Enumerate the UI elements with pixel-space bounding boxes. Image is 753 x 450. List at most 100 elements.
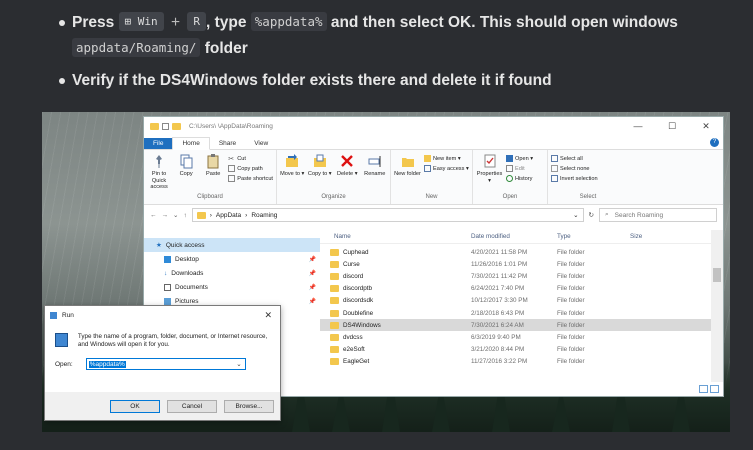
nav-item-downloads[interactable]: ↓ Downloads 📌 — [144, 266, 320, 280]
file-date: 7/30/2021 6:24 AM — [471, 321, 524, 329]
help-icon[interactable]: ? — [710, 138, 719, 147]
copy-button[interactable]: Copy — [174, 153, 198, 194]
copy-icon — [180, 154, 193, 169]
file-name-cell: discord — [320, 272, 471, 280]
file-row[interactable]: discordsdk 10/12/2017 3:30 PM File folder — [320, 295, 723, 307]
file-name: Doublefine — [343, 309, 374, 317]
rename-icon — [368, 156, 381, 167]
close-button[interactable]: ✕ — [689, 121, 723, 132]
column-type[interactable]: Type — [557, 233, 630, 240]
file-type: File folder — [557, 248, 585, 256]
file-name: Cuphead — [343, 248, 369, 256]
details-view-button[interactable] — [699, 385, 708, 393]
properties-button[interactable]: Properties ▾ — [476, 153, 503, 194]
pin-quick-access-button[interactable]: Pin to Quick access — [147, 153, 171, 194]
open-combobox[interactable]: %appdata% ⌄ — [85, 358, 246, 370]
move-to-button[interactable]: Move to ▾ — [280, 153, 305, 194]
file-date: 3/21/2020 8:44 PM — [471, 346, 525, 354]
search-icon: ⌕ — [605, 211, 609, 218]
view-toggle — [699, 385, 719, 393]
address-dropdown-icon[interactable]: ⌄ — [573, 211, 578, 219]
cut-button[interactable]: ✂ Cut — [228, 155, 273, 164]
delete-button[interactable]: Delete ▾ — [335, 153, 360, 194]
file-name: e2eSoft — [343, 346, 365, 354]
rename-button[interactable]: Rename — [363, 153, 388, 194]
file-row[interactable]: dvdcss 6/3/2019 9:40 PM File folder — [320, 331, 723, 343]
file-row[interactable]: EagleGet 11/27/2016 3:22 PM File folder — [320, 356, 723, 368]
large-icons-view-button[interactable] — [710, 385, 719, 393]
cancel-button[interactable]: Cancel — [167, 399, 217, 413]
tab-home[interactable]: Home — [172, 137, 210, 150]
new-folder-button[interactable]: New folder — [394, 153, 421, 194]
column-name[interactable]: Name — [320, 233, 471, 240]
up-arrow-icon[interactable]: ↑ — [183, 212, 186, 219]
file-row[interactable]: e2eSoft 3/21/2020 8:44 PM File folder — [320, 344, 723, 356]
file-row[interactable]: Curse 11/26/2016 1:01 PM File folder — [320, 258, 723, 270]
maximize-button[interactable]: ☐ — [655, 121, 689, 132]
scrollbar-thumb[interactable] — [713, 268, 721, 282]
copy-to-button[interactable]: Copy to ▾ — [308, 153, 333, 194]
refresh-icon[interactable]: ↻ — [589, 211, 594, 219]
press-text: Press — [72, 14, 115, 31]
file-name: dvdcss — [343, 333, 363, 341]
file-row[interactable]: Cuphead 4/20/2021 11:58 PM File folder — [320, 246, 723, 258]
select-all-icon — [551, 155, 558, 162]
file-row[interactable]: DS4Windows 7/30/2021 6:24 AM File folder — [320, 319, 723, 332]
address-bar[interactable]: › AppData › Roaming ⌄ — [191, 208, 584, 222]
column-date-modified[interactable]: Date modified — [471, 233, 557, 240]
tab-view[interactable]: View — [245, 138, 277, 149]
run-app-icon — [50, 311, 57, 319]
properties-icon[interactable] — [162, 122, 169, 130]
nav-item-desktop[interactable]: Desktop 📌 — [144, 252, 320, 266]
breadcrumb-roaming[interactable]: Roaming — [251, 212, 277, 219]
file-name: Curse — [343, 260, 360, 268]
paste-button[interactable]: Paste — [201, 153, 225, 194]
tab-file[interactable]: File — [144, 138, 173, 149]
vertical-scrollbar[interactable] — [711, 230, 723, 382]
search-input[interactable]: ⌕ Search Roaming — [599, 208, 717, 222]
history-button[interactable]: History — [506, 175, 533, 182]
file-type: File folder — [557, 272, 585, 280]
paste-shortcut-icon — [228, 175, 236, 182]
new-item-button[interactable]: New item ▾ — [424, 155, 469, 162]
select-none-button[interactable]: Select none — [551, 165, 598, 172]
folder-icon — [330, 248, 339, 256]
copy-path-button[interactable]: Copy path — [228, 165, 273, 172]
open-button[interactable]: Open ▾ — [506, 155, 533, 162]
file-date: 6/3/2019 9:40 PM — [471, 333, 521, 341]
edit-button[interactable]: Edit — [506, 165, 533, 172]
chevron-down-icon[interactable]: ⌄ — [236, 360, 241, 368]
tab-share[interactable]: Share — [210, 138, 245, 149]
nav-item-quick-access[interactable]: ★ Quick access — [144, 238, 320, 252]
run-dialog: Run ✕ Type the name of a program, folder… — [44, 305, 281, 421]
back-arrow-icon[interactable]: ← — [150, 212, 157, 219]
history-icon — [506, 175, 513, 182]
file-row[interactable]: discord 7/30/2021 11:42 PM File folder — [320, 270, 723, 282]
easy-access-icon — [424, 165, 431, 172]
file-row[interactable]: Doublefine 2/18/2018 6:43 PM File folder — [320, 307, 723, 319]
pin-icon: 📌 — [308, 270, 316, 277]
ok-button[interactable]: OK — [110, 399, 160, 413]
nav-item-documents[interactable]: Documents 📌 — [144, 280, 320, 294]
ribbon: Pin to Quick access Copy Paste ✂ Cut Copy… — [144, 150, 723, 205]
new-folder-icon[interactable] — [172, 122, 181, 130]
invert-selection-button[interactable]: Invert selection — [551, 175, 598, 182]
folder-icon — [330, 346, 339, 354]
recent-chevron-icon[interactable]: ⌄ — [173, 211, 178, 219]
breadcrumb-appdata[interactable]: AppData — [216, 212, 241, 219]
run-close-button[interactable]: ✕ — [264, 310, 272, 321]
star-icon: ★ — [156, 242, 162, 249]
file-type: File folder — [557, 297, 585, 305]
run-body: Type the name of a program, folder, docu… — [45, 324, 280, 349]
column-size[interactable]: Size — [630, 233, 670, 240]
breadcrumb-separator: › — [209, 211, 212, 219]
forward-arrow-icon[interactable]: → — [162, 212, 169, 219]
select-all-button[interactable]: Select all — [551, 155, 598, 162]
minimize-button[interactable]: — — [621, 121, 655, 132]
easy-access-button[interactable]: Easy access ▾ — [424, 165, 469, 172]
file-row[interactable]: discordptb 6/24/2021 7:40 PM File folder — [320, 283, 723, 295]
browse-button[interactable]: Browse... — [224, 399, 274, 413]
scissors-icon: ✂ — [228, 156, 235, 163]
open-input-value[interactable]: %appdata% — [88, 360, 126, 368]
paste-shortcut-button[interactable]: Paste shortcut — [228, 175, 273, 182]
